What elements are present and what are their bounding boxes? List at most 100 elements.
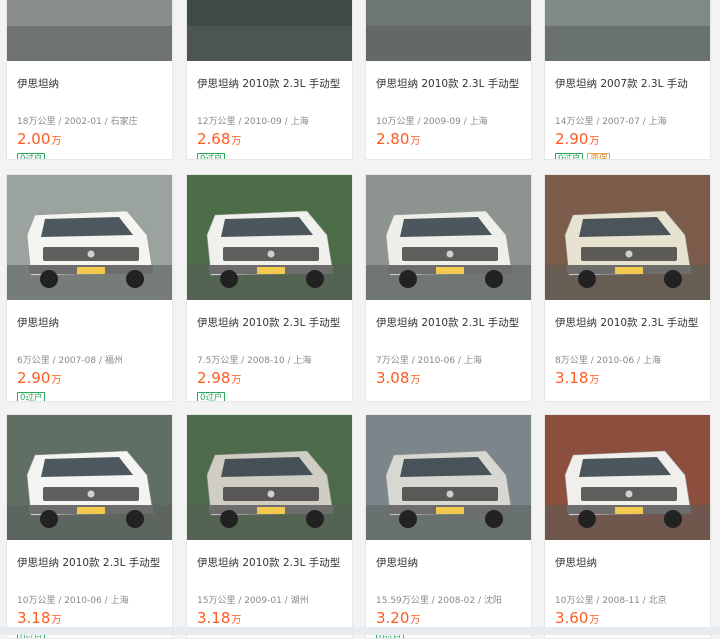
listing-tag: 0过户 (17, 392, 46, 401)
price-value: 2.98 (197, 369, 231, 387)
listing-photo[interactable] (7, 175, 172, 300)
listing-photo[interactable] (366, 175, 531, 300)
listing-photo[interactable] (545, 415, 710, 540)
price-unit: 万 (231, 136, 242, 147)
listing-photo[interactable] (187, 175, 352, 300)
car-photo (7, 175, 172, 300)
listing-tags: 0过户 (197, 392, 226, 401)
listing-tag: 0过户 (555, 153, 584, 159)
price-value: 3.08 (376, 369, 410, 387)
car-photo (187, 175, 352, 300)
listing-meta: 15.59万公里 / 2008-02 / 沈阳 (376, 596, 502, 606)
listing-title[interactable]: 伊思坦纳 2010款 2.3L 手动型 (376, 315, 519, 330)
price-value: 3.18 (555, 369, 589, 387)
listing-price: 2.90万 (17, 368, 61, 387)
listing-photo[interactable] (187, 0, 352, 61)
listing-card[interactable]: 伊思坦纳 15.59万公里 / 2008-02 / 沈阳 3.20万 0过户 (365, 414, 532, 639)
bottom-scroll-strip (0, 627, 720, 635)
listing-tags: 0过户 质保 (555, 153, 611, 159)
car-photo (187, 415, 352, 540)
price-value: 2.68 (197, 130, 231, 148)
car-photo (7, 415, 172, 540)
listing-price: 3.18万 (555, 368, 599, 387)
listing-meta: 7.5万公里 / 2008-10 / 上海 (197, 356, 312, 366)
car-photo (366, 175, 531, 300)
listing-price: 3.08万 (376, 368, 420, 387)
listing-title[interactable]: 伊思坦纳 2010款 2.3L 手动型 (376, 76, 519, 91)
price-unit: 万 (589, 136, 600, 147)
listing-price: 3.18万 (197, 608, 241, 627)
listing-card[interactable]: 伊思坦纳 2007款 2.3L 手动 14万公里 / 2007-07 / 上海 2.… (544, 0, 711, 160)
price-unit: 万 (410, 136, 421, 147)
listing-title[interactable]: 伊思坦纳 (17, 315, 59, 330)
listing-photo[interactable] (366, 415, 531, 540)
price-value: 3.20 (376, 609, 410, 627)
listing-card[interactable]: 伊思坦纳 2010款 2.3L 手动型 12万公里 / 2010-09 / 上海 2… (186, 0, 353, 160)
car-photo (7, 0, 172, 61)
listing-title[interactable]: 伊思坦纳 2010款 2.3L 手动型 (197, 555, 340, 570)
listing-price: 3.60万 (555, 608, 599, 627)
price-value: 2.80 (376, 130, 410, 148)
price-unit: 万 (410, 615, 421, 626)
car-photo (366, 0, 531, 61)
car-photo (545, 0, 710, 61)
price-unit: 万 (589, 375, 600, 386)
price-unit: 万 (51, 375, 62, 386)
price-unit: 万 (231, 615, 242, 626)
listing-price: 3.18万 (17, 608, 61, 627)
listing-meta: 10万公里 / 2009-09 / 上海 (376, 117, 488, 127)
listing-photo[interactable] (545, 0, 710, 61)
listing-title[interactable]: 伊思坦纳 (17, 76, 59, 91)
listing-card[interactable]: 伊思坦纳 2010款 2.3L 手动型 7万公里 / 2010-06 / 上海 3.… (365, 174, 532, 402)
listing-meta: 14万公里 / 2007-07 / 上海 (555, 117, 667, 127)
listing-title[interactable]: 伊思坦纳 2010款 2.3L 手动型 (197, 76, 340, 91)
listing-meta: 12万公里 / 2010-09 / 上海 (197, 117, 309, 127)
price-value: 3.18 (197, 609, 231, 627)
listing-tag: 质保 (587, 153, 611, 159)
listing-card[interactable]: 伊思坦纳 18万公里 / 2002-01 / 石家庄 2.00万 0过户 (6, 0, 173, 160)
listing-card[interactable]: 伊思坦纳 2010款 2.3L 手动型 10万公里 / 2010-06 / 上海 3… (6, 414, 173, 639)
listing-tags: 0过户 (17, 153, 46, 159)
car-photo (545, 175, 710, 300)
listing-photo[interactable] (187, 415, 352, 540)
listing-meta: 10万公里 / 2010-06 / 上海 (17, 596, 129, 606)
listing-meta: 7万公里 / 2010-06 / 上海 (376, 356, 482, 366)
listing-photo[interactable] (366, 0, 531, 61)
listing-title[interactable]: 伊思坦纳 2010款 2.3L 手动型 (17, 555, 160, 570)
listing-price: 2.80万 (376, 129, 420, 148)
price-value: 2.90 (555, 130, 589, 148)
listing-card[interactable]: 伊思坦纳 2010款 2.3L 手动型 10万公里 / 2009-09 / 上海 2… (365, 0, 532, 160)
price-unit: 万 (410, 375, 421, 386)
listing-card[interactable]: 伊思坦纳 2010款 2.3L 手动型 8万公里 / 2010-06 / 上海 3.… (544, 174, 711, 402)
listing-grid: 伊思坦纳 18万公里 / 2002-01 / 石家庄 2.00万 0过户 伊思坦纳 2… (0, 0, 720, 639)
listing-tag: 0过户 (197, 392, 226, 401)
listing-title[interactable]: 伊思坦纳 2010款 2.3L 手动型 (197, 315, 340, 330)
listing-meta: 10万公里 / 2008-11 / 北京 (555, 596, 667, 606)
listing-photo[interactable] (545, 175, 710, 300)
car-photo (545, 415, 710, 540)
price-value: 3.18 (17, 609, 51, 627)
listing-price: 3.20万 (376, 608, 420, 627)
listing-card[interactable]: 伊思坦纳 2010款 2.3L 手动型 15万公里 / 2009-01 / 湖州 3… (186, 414, 353, 639)
price-value: 3.60 (555, 609, 589, 627)
listing-price: 2.90万 (555, 129, 599, 148)
listing-price: 2.98万 (197, 368, 241, 387)
listing-title[interactable]: 伊思坦纳 (555, 555, 597, 570)
price-unit: 万 (51, 615, 62, 626)
listing-card[interactable]: 伊思坦纳 2010款 2.3L 手动型 7.5万公里 / 2008-10 / 上海… (186, 174, 353, 402)
listing-title[interactable]: 伊思坦纳 2007款 2.3L 手动 (555, 76, 688, 91)
listing-title[interactable]: 伊思坦纳 2010款 2.3L 手动型 (555, 315, 698, 330)
listing-price: 2.68万 (197, 129, 241, 148)
listing-meta: 6万公里 / 2007-08 / 福州 (17, 356, 123, 366)
listing-meta: 18万公里 / 2002-01 / 石家庄 (17, 117, 138, 127)
price-value: 2.90 (17, 369, 51, 387)
listing-price: 2.00万 (17, 129, 61, 148)
listing-photo[interactable] (7, 415, 172, 540)
price-unit: 万 (589, 615, 600, 626)
listing-photo[interactable] (7, 0, 172, 61)
listing-tag: 0过户 (197, 153, 226, 159)
listing-title[interactable]: 伊思坦纳 (376, 555, 418, 570)
listing-card[interactable]: 伊思坦纳 10万公里 / 2008-11 / 北京 3.60万 (544, 414, 711, 639)
listing-card[interactable]: 伊思坦纳 6万公里 / 2007-08 / 福州 2.90万 0过户 (6, 174, 173, 402)
price-unit: 万 (231, 375, 242, 386)
